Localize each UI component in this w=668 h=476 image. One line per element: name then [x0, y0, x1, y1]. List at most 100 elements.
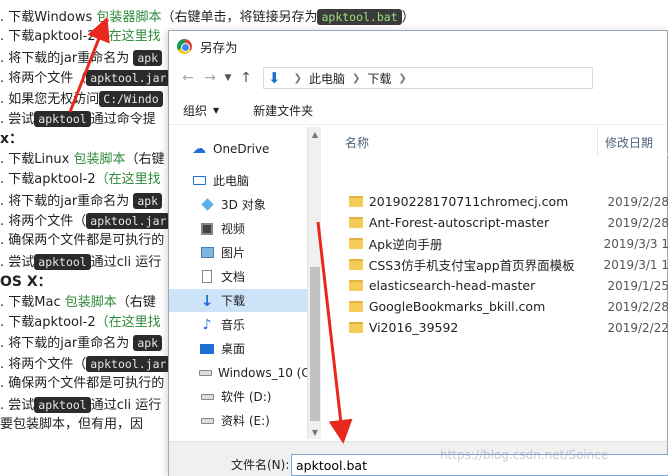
nav-item-download[interactable]: ↓ 下载 — [169, 289, 307, 312]
article-line: . 尝试 apktool 通过cli 运行 — [0, 394, 161, 416]
article-link[interactable]: 包装器脚本 — [96, 10, 161, 25]
article-line: . 将两个文件（ apktool.jar — [0, 67, 171, 89]
save-as-dialog: 另存为 ← → ▼ ↑ ⬇ ❯ 此电脑 ❯ 下载 ❯ 组织 ▼ 新建文件夹 ☁ O… — [168, 30, 668, 476]
folder-icon — [349, 217, 363, 228]
dialog-titlebar[interactable]: 另存为 — [169, 31, 667, 61]
file-row[interactable]: 20190228170711chromecj.com 2019/2/28 — [329, 191, 668, 212]
scroll-down-icon[interactable]: ▼ — [308, 425, 322, 439]
column-date-header[interactable]: 修改日期 — [605, 134, 653, 151]
scroll-up-icon[interactable]: ▲ — [308, 127, 322, 141]
organize-label: 组织 — [183, 104, 208, 118]
caret-down-icon: ▼ — [213, 106, 220, 115]
chrome-icon — [177, 38, 192, 54]
file-name: GoogleBookmarks_bkill.com — [368, 299, 546, 314]
article-link[interactable]: （在这里找 — [96, 315, 161, 330]
article-text: . 将两个文件（ — [0, 356, 87, 372]
article-text: . 下载apktool-2 — [0, 315, 96, 330]
inline-code: apktool.bat — [317, 9, 402, 25]
breadcrumb-separator-icon[interactable]: ❯ — [398, 73, 406, 84]
folder-icon — [349, 301, 363, 312]
article-text: . 尝试 — [0, 112, 35, 127]
file-name: CSS3仿手机支付宝app首页界面模板 — [368, 258, 575, 273]
file-row[interactable]: Ant-Forest-autoscript-master 2019/2/28 — [329, 212, 668, 233]
download-location-icon: ⬇ — [268, 69, 281, 87]
file-list: 名称 修改日期 20190228170711chromecj.com 2019/2… — [329, 127, 668, 439]
article-line: . 确保两个文件都是可执行的 — [0, 230, 164, 252]
nav-item-label: 软件 (D:) — [221, 390, 272, 404]
inline-code: apktool.jar — [86, 70, 171, 87]
dialog-toolbar: 组织 ▼ 新建文件夹 — [169, 97, 667, 125]
article-text: 通过cli 运行 — [90, 254, 162, 270]
article-link[interactable]: 包装脚本 — [73, 152, 125, 167]
article-link[interactable]: （在这里找 — [96, 172, 161, 187]
nav-item-label: 文档 — [221, 270, 246, 284]
pictures-icon — [199, 245, 215, 261]
navigation-scrollbar[interactable]: ▲ ▼ — [307, 127, 321, 439]
scrollbar-thumb[interactable] — [310, 267, 320, 421]
column-divider[interactable] — [597, 127, 598, 155]
file-row[interactable]: elasticsearch-head-master 2019/1/25 — [329, 275, 668, 296]
article-text: . 将下载的jar重命名为 — [0, 193, 134, 209]
nav-item-pictures[interactable]: 图片 — [169, 241, 307, 264]
nav-item-drive[interactable]: 软件 (D:) — [169, 385, 307, 408]
inline-code: apktool — [34, 396, 91, 413]
inline-code: apk — [133, 49, 163, 66]
nav-item-3d-objects[interactable]: 3D 对象 — [169, 193, 307, 216]
file-date: 2019/3/1 1 — [603, 257, 668, 272]
article-text: . 确保两个文件都是可执行的 — [0, 233, 165, 249]
documents-icon — [199, 269, 215, 285]
article-line: 要包装脚本，但有用，因 — [0, 414, 143, 436]
file-date: 2019/2/28 — [607, 299, 668, 314]
article-link[interactable]: 包装脚本 — [65, 295, 117, 310]
recent-locations-chevron-icon[interactable]: ▼ — [221, 67, 235, 89]
article-link[interactable]: （在这里找 — [96, 29, 161, 44]
folder-icon — [349, 196, 363, 207]
desktop-icon — [199, 341, 215, 357]
nav-item-label: Windows_10 (C — [218, 365, 310, 380]
nav-item-drive[interactable]: 资料 (E:) — [169, 409, 307, 432]
article-text: . 将下载的jar重命名为 — [0, 336, 134, 352]
nav-item-cloud[interactable]: ☁ OneDrive — [169, 137, 307, 160]
article-line: . 尝试 apktool 通过cli 运行 — [0, 251, 161, 273]
organize-button[interactable]: 组织 ▼ — [183, 102, 219, 119]
article-text: （右键 — [125, 151, 165, 167]
cloud-icon: ☁ — [192, 140, 206, 157]
nav-item-desktop[interactable]: 桌面 — [169, 337, 307, 360]
folder-icon — [349, 238, 363, 249]
column-header: 名称 修改日期 — [329, 127, 668, 155]
nav-item-label: 桌面 — [221, 342, 246, 356]
nav-item-computer[interactable]: 此电脑 — [169, 169, 307, 192]
nav-item-music[interactable]: ♪ 音乐 — [169, 313, 307, 336]
breadcrumb-separator-icon[interactable]: ❯ — [294, 73, 302, 84]
breadcrumb-this-pc[interactable]: 此电脑 — [309, 70, 345, 87]
file-row[interactable]: Vi2016_39592 2019/2/22 — [329, 317, 668, 338]
nav-item-drive[interactable]: Windows_10 (C — [169, 361, 310, 384]
article-text: . 尝试 — [0, 254, 35, 270]
breadcrumb-separator-icon[interactable]: ❯ — [352, 73, 360, 84]
up-arrow-icon[interactable]: ↑ — [235, 67, 257, 89]
breadcrumb-downloads[interactable]: 下载 — [367, 70, 391, 87]
file-date: 2019/1/25 — [607, 278, 668, 293]
column-name-header[interactable]: 名称 — [345, 134, 369, 151]
article-text: OS X： — [0, 274, 52, 291]
file-row[interactable]: GoogleBookmarks_bkill.com 2019/2/28 — [329, 296, 668, 317]
nav-item-documents[interactable]: 文档 — [169, 265, 307, 288]
article-line: . 将下载的jar重命名为 apk — [0, 190, 163, 212]
article-line: . 如果您无权访问 C:/Windo — [0, 88, 163, 110]
file-name: Vi2016_39592 — [368, 320, 459, 335]
back-arrow-icon[interactable]: ← — [177, 67, 199, 89]
nav-item-label: 此电脑 — [213, 174, 250, 188]
address-bar[interactable]: ⬇ ❯ 此电脑 ❯ 下载 ❯ — [263, 67, 593, 89]
file-row[interactable]: CSS3仿手机支付宝app首页界面模板 2019/3/1 1 — [329, 254, 668, 275]
article-text: . 确保两个文件都是可执行的 — [0, 376, 165, 392]
file-name: 20190228170711chromecj.com — [368, 194, 569, 209]
download-icon: ↓ — [200, 291, 214, 310]
filename-label: 文件名(N): — [231, 458, 290, 472]
folder-icon — [349, 322, 363, 333]
music-icon: ♪ — [202, 316, 212, 333]
forward-arrow-icon[interactable]: → — [199, 67, 221, 89]
article-text: （右键单击，将链接另存为 — [161, 10, 318, 25]
new-folder-button[interactable]: 新建文件夹 — [253, 102, 313, 119]
file-row[interactable]: Apk逆向手册 2019/3/3 1 — [329, 233, 668, 254]
nav-item-video[interactable]: 视频 — [169, 217, 307, 240]
